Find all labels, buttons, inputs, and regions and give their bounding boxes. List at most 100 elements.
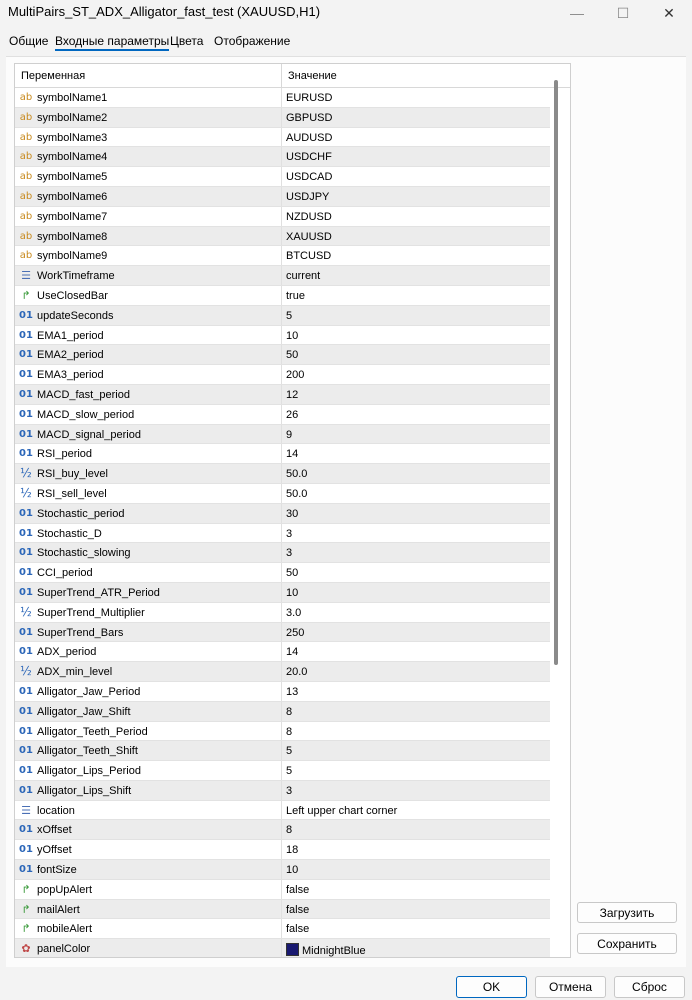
- table-row[interactable]: 01 yOffset 18: [15, 840, 550, 861]
- parameter-value[interactable]: 13: [286, 686, 298, 698]
- table-row[interactable]: 01 Stochastic_D 3: [15, 523, 550, 544]
- table-row[interactable]: 01 EMA3_period 200: [15, 365, 550, 385]
- table-row[interactable]: 01 updateSeconds 5: [15, 305, 550, 326]
- parameter-value[interactable]: 3: [286, 785, 292, 797]
- parameter-value[interactable]: true: [286, 290, 305, 302]
- parameter-value[interactable]: 3.0: [286, 607, 301, 619]
- parameter-value[interactable]: false: [286, 904, 309, 916]
- table-row[interactable]: ab symbolName7 NZDUSD: [15, 206, 550, 227]
- table-row[interactable]: ab symbolName1 EURUSD: [15, 88, 550, 108]
- table-row[interactable]: 01 MACD_fast_period 12: [15, 384, 550, 405]
- parameter-value[interactable]: 8: [286, 824, 292, 836]
- parameter-value[interactable]: 30: [286, 508, 298, 520]
- parameter-value[interactable]: 8: [286, 726, 292, 738]
- column-divider[interactable]: [281, 64, 282, 87]
- table-row[interactable]: ✿ panelColor MidnightBlue: [15, 939, 550, 957]
- table-row[interactable]: ab symbolName3 AUDUSD: [15, 127, 550, 148]
- parameter-value[interactable]: 5: [286, 310, 292, 322]
- table-row[interactable]: 01 MACD_signal_period 9: [15, 424, 550, 445]
- column-header-variable[interactable]: Переменная: [21, 70, 85, 82]
- table-row[interactable]: ab symbolName8 XAUUSD: [15, 226, 550, 247]
- parameter-value[interactable]: 26: [286, 409, 298, 421]
- table-row[interactable]: ab symbolName5 USDCAD: [15, 167, 550, 187]
- parameter-value[interactable]: 10: [286, 587, 298, 599]
- table-row[interactable]: ab symbolName2 GBPUSD: [15, 107, 550, 128]
- load-button[interactable]: Загрузить: [577, 902, 677, 923]
- table-row[interactable]: 01 Alligator_Lips_Shift 3: [15, 780, 550, 801]
- parameter-value[interactable]: USDCAD: [286, 171, 332, 183]
- parameter-value[interactable]: false: [286, 923, 309, 935]
- parameter-value[interactable]: false: [286, 884, 309, 896]
- table-row[interactable]: 01 xOffset 8: [15, 820, 550, 841]
- close-button[interactable]: ✕: [646, 0, 692, 26]
- scrollbar-thumb[interactable]: [554, 80, 558, 665]
- parameter-value[interactable]: 12: [286, 389, 298, 401]
- parameter-value[interactable]: 50.0: [286, 468, 307, 480]
- tab-general[interactable]: Общие: [9, 34, 48, 48]
- table-row[interactable]: ½ RSI_sell_level 50.0: [15, 483, 550, 504]
- table-row[interactable]: 01 RSI_period 14: [15, 444, 550, 465]
- tab-colors[interactable]: Цвета: [170, 34, 203, 48]
- parameter-value[interactable]: AUDUSD: [286, 132, 332, 144]
- table-row[interactable]: 01 Alligator_Teeth_Shift 5: [15, 741, 550, 762]
- table-row[interactable]: 01 EMA2_period 50: [15, 345, 550, 366]
- table-row[interactable]: 01 EMA1_period 10: [15, 325, 550, 346]
- tab-display[interactable]: Отображение: [214, 34, 290, 48]
- table-row[interactable]: ↱ UseClosedBar true: [15, 285, 550, 306]
- table-row[interactable]: ab symbolName4 USDCHF: [15, 147, 550, 168]
- table-row[interactable]: ☰ location Left upper chart corner: [15, 800, 550, 821]
- parameter-value[interactable]: 50.0: [286, 488, 307, 500]
- parameter-value[interactable]: USDJPY: [286, 191, 329, 203]
- table-row[interactable]: 01 Alligator_Lips_Period 5: [15, 761, 550, 781]
- column-header-value[interactable]: Значение: [288, 70, 337, 82]
- table-row[interactable]: 01 SuperTrend_ATR_Period 10: [15, 582, 550, 603]
- table-row[interactable]: 01 ADX_period 14: [15, 642, 550, 663]
- parameter-value[interactable]: 5: [286, 745, 292, 757]
- minimize-button[interactable]: —: [554, 0, 600, 26]
- parameter-value[interactable]: 20.0: [286, 666, 307, 678]
- parameter-value[interactable]: 3: [286, 547, 292, 559]
- parameter-value[interactable]: 200: [286, 369, 304, 381]
- table-row[interactable]: 01 Alligator_Teeth_Period 8: [15, 721, 550, 742]
- parameter-value[interactable]: 250: [286, 627, 304, 639]
- table-row[interactable]: ab symbolName9 BTCUSD: [15, 246, 550, 267]
- table-row[interactable]: ½ RSI_buy_level 50.0: [15, 464, 550, 484]
- save-button[interactable]: Сохранить: [577, 933, 677, 954]
- table-row[interactable]: 01 Stochastic_slowing 3: [15, 543, 550, 564]
- parameter-value[interactable]: Left upper chart corner: [286, 805, 397, 817]
- parameter-value[interactable]: current: [286, 270, 320, 282]
- parameter-value[interactable]: XAUUSD: [286, 231, 332, 243]
- tab-inputs[interactable]: Входные параметры: [55, 34, 170, 51]
- parameter-value[interactable]: 50: [286, 349, 298, 361]
- parameter-value[interactable]: 18: [286, 844, 298, 856]
- reset-button[interactable]: Сброс: [614, 976, 685, 998]
- parameter-value[interactable]: BTCUSD: [286, 250, 331, 262]
- table-row[interactable]: 01 fontSize 10: [15, 860, 550, 880]
- parameter-value[interactable]: 50: [286, 567, 298, 579]
- table-row[interactable]: ↱ mobileAlert false: [15, 919, 550, 940]
- table-row[interactable]: ½ ADX_min_level 20.0: [15, 662, 550, 682]
- parameter-value[interactable]: 14: [286, 448, 298, 460]
- parameter-value[interactable]: EURUSD: [286, 92, 332, 104]
- table-row[interactable]: ½ SuperTrend_Multiplier 3.0: [15, 602, 550, 623]
- table-row[interactable]: ab symbolName6 USDJPY: [15, 186, 550, 207]
- parameter-value[interactable]: 10: [286, 864, 298, 876]
- parameter-value[interactable]: GBPUSD: [286, 112, 332, 124]
- parameter-value[interactable]: 9: [286, 429, 292, 441]
- parameter-value[interactable]: 5: [286, 765, 292, 777]
- parameter-value[interactable]: USDCHF: [286, 151, 332, 163]
- parameter-value[interactable]: 14: [286, 646, 298, 658]
- table-row[interactable]: 01 Alligator_Jaw_Shift 8: [15, 701, 550, 722]
- parameter-value[interactable]: MidnightBlue: [286, 943, 366, 957]
- parameter-value[interactable]: 3: [286, 528, 292, 540]
- ok-button[interactable]: OK: [456, 976, 527, 998]
- table-row[interactable]: 01 Alligator_Jaw_Period 13: [15, 681, 550, 702]
- parameter-value[interactable]: NZDUSD: [286, 211, 332, 223]
- table-row[interactable]: ☰ WorkTimeframe current: [15, 266, 550, 286]
- parameter-value[interactable]: 10: [286, 330, 298, 342]
- table-row[interactable]: ↱ mailAlert false: [15, 899, 550, 920]
- parameter-value[interactable]: 8: [286, 706, 292, 718]
- table-row[interactable]: 01 MACD_slow_period 26: [15, 404, 550, 425]
- table-row[interactable]: 01 Stochastic_period 30: [15, 503, 550, 524]
- table-row[interactable]: 01 SuperTrend_Bars 250: [15, 622, 550, 643]
